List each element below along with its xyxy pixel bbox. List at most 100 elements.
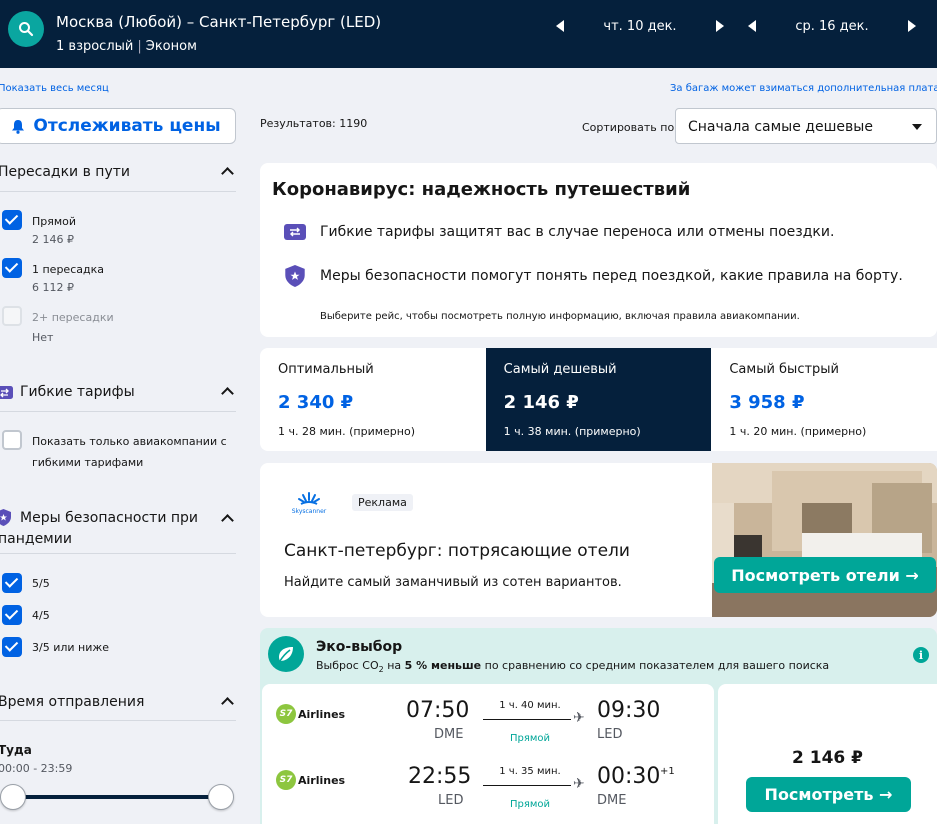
stops-direct-price: 2 146 ₽ — [32, 233, 74, 246]
sunrise-icon — [298, 492, 320, 505]
stops-one-price: 6 112 ₽ — [32, 281, 74, 294]
return-dep-time: 22:55 — [408, 764, 472, 789]
chevron-up-icon — [221, 167, 234, 180]
airline-logo: S7 Airlines — [276, 704, 345, 724]
tab-fastest-price: 3 958 ₽ — [729, 392, 805, 413]
stops-two-plus-price: Нет — [32, 331, 54, 344]
return-next-day-icon[interactable] — [908, 20, 916, 32]
track-prices-label: Отслеживать цены — [33, 116, 221, 136]
covid-flex-row: Гибкие тарифы защитят вас в случае перен… — [284, 223, 834, 241]
return-date[interactable]: ср. 16 дек. — [756, 19, 908, 34]
return-arr-airport: DME — [597, 793, 627, 808]
time-range-label: 00:00 - 23:59 — [0, 762, 73, 775]
chevron-down-icon — [912, 124, 922, 130]
ad-title: Санкт-петербург: потрясающие отели — [284, 541, 630, 561]
flex-filter-title: Гибкие тарифы — [20, 384, 135, 400]
tab-cheapest[interactable]: Самый дешевый 2 146 ₽ 1 ч. 38 мин. (прим… — [485, 348, 712, 451]
safety-4-checkbox[interactable] — [2, 605, 22, 625]
cabin-class: Эконом — [145, 39, 197, 54]
skyscanner-brand: Skyscanner — [291, 508, 327, 515]
skyscanner-logo: Skyscanner — [288, 490, 330, 515]
search-button[interactable] — [8, 11, 44, 47]
return-duration: 1 ч. 35 мин. — [499, 766, 561, 777]
stops-two-plus-label: 2+ пересадки — [32, 311, 114, 324]
time-slider-track[interactable] — [10, 795, 222, 799]
covid-safety-row: Меры безопасности помогут понять перед п… — [284, 265, 903, 287]
sort-select[interactable]: Сначала самые дешевые — [675, 108, 937, 144]
eco-badge — [268, 636, 304, 672]
outbound-duration: 1 ч. 40 мин. — [499, 700, 561, 711]
safety-5-checkbox[interactable] — [2, 573, 22, 593]
outbound-dep-airport: DME — [434, 727, 464, 742]
time-slider-max-handle[interactable] — [208, 784, 234, 810]
safety-filter-header[interactable]: Меры безопасности при пандемии — [0, 508, 236, 550]
divider — [0, 553, 236, 554]
outbound-arr-airport: LED — [597, 727, 623, 742]
stops-direct-checkbox[interactable] — [2, 210, 22, 230]
s7-logo-icon: S7 — [276, 770, 296, 790]
view-offer-button[interactable]: Посмотреть → — [746, 777, 911, 812]
eco-sub-suffix: по сравнению со средним показателем для … — [481, 659, 830, 672]
sort-label: Сортировать по — [582, 121, 675, 134]
stops-filter-header[interactable]: Пересадки в пути — [0, 164, 236, 180]
leaf-icon — [279, 647, 293, 662]
s7-logo-icon: S7 — [276, 704, 296, 724]
airline-name: Airlines — [298, 707, 346, 721]
bell-icon — [12, 119, 25, 134]
separator: | — [137, 39, 142, 54]
depart-date[interactable]: чт. 10 дек. — [564, 19, 716, 34]
next-day-indicator: +1 — [660, 766, 675, 777]
tab-cheapest-price: 2 146 ₽ — [503, 392, 579, 413]
eco-subtitle: Выброс CO2 на 5 % меньше по сравнению со… — [316, 659, 829, 674]
plane-icon: ✈ — [573, 710, 585, 726]
return-prev-day-icon[interactable] — [748, 20, 756, 32]
tab-cheapest-name: Самый дешевый — [503, 362, 617, 377]
safety-3-checkbox[interactable] — [2, 637, 22, 657]
departure-time-filter-header[interactable]: Время отправления — [0, 694, 236, 710]
sort-value: Сначала самые дешевые — [688, 119, 873, 135]
covid-safety-text: Меры безопасности помогут понять перед п… — [320, 268, 903, 284]
outbound-arr-time: 09:30 — [597, 698, 661, 723]
flex-filter-header[interactable]: Гибкие тарифы — [0, 384, 236, 400]
flex-ticket-icon — [284, 224, 306, 240]
depart-next-day-icon[interactable] — [716, 20, 724, 32]
baggage-fee-link[interactable]: За багаж может взиматься дополнительная … — [670, 83, 937, 94]
tab-cheapest-duration: 1 ч. 38 мин. (примерно) — [503, 425, 641, 438]
flex-only-checkbox[interactable] — [2, 430, 22, 450]
info-icon[interactable]: i — [913, 647, 929, 663]
chevron-up-icon — [221, 387, 234, 400]
track-prices-button[interactable]: Отслеживать цены — [0, 108, 236, 144]
eco-sub-middle: на — [383, 659, 405, 672]
show-month-link[interactable]: Показать весь месяц — [0, 83, 109, 94]
tab-best-price: 2 340 ₽ — [278, 392, 354, 413]
return-date-nav: ср. 16 дек. — [748, 14, 916, 38]
shield-icon — [0, 509, 11, 526]
tab-best[interactable]: Оптимальный 2 340 ₽ 1 ч. 28 мин. (пример… — [260, 348, 486, 451]
divider — [0, 191, 236, 192]
outbound-stops: Прямой — [509, 733, 551, 744]
return-arr-time: 00:30 — [597, 764, 661, 789]
search-icon — [19, 22, 34, 37]
stops-one-checkbox[interactable] — [2, 258, 22, 278]
passenger-summary[interactable]: 1 взрослый | Эконом — [56, 39, 197, 54]
tab-fastest[interactable]: Самый быстрый 3 958 ₽ 1 ч. 20 мин. (прим… — [711, 348, 937, 451]
depart-prev-day-icon[interactable] — [556, 20, 564, 32]
covid-note: Выберите рейс, чтобы посмотреть полную и… — [320, 311, 800, 322]
tab-best-name: Оптимальный — [278, 362, 374, 377]
time-slider-min-handle[interactable] — [0, 784, 26, 810]
return-stops: Прямой — [509, 799, 551, 810]
route-line — [483, 785, 571, 786]
airline-logo: S7 Airlines — [276, 770, 345, 790]
eco-sub-bold: 5 % меньше — [404, 659, 482, 672]
stops-two-plus-checkbox[interactable] — [2, 306, 22, 326]
tab-fastest-duration: 1 ч. 20 мин. (примерно) — [729, 425, 867, 438]
stops-one-label: 1 пересадка — [32, 263, 104, 276]
route-title[interactable]: Москва (Любой) – Санкт-Петербург (LED) — [56, 13, 381, 31]
airline-name: Airlines — [298, 773, 346, 787]
depart-date-nav: чт. 10 дек. — [556, 14, 724, 38]
hotel-room-image — [712, 463, 937, 617]
view-hotels-button[interactable]: Посмотреть отели → — [714, 557, 936, 593]
safety-filter-title-line2: пандемии — [0, 531, 72, 547]
departure-time-title: Время отправления — [0, 694, 145, 710]
ad-subtitle: Найдите самый заманчивый из сотен вариан… — [284, 575, 622, 590]
